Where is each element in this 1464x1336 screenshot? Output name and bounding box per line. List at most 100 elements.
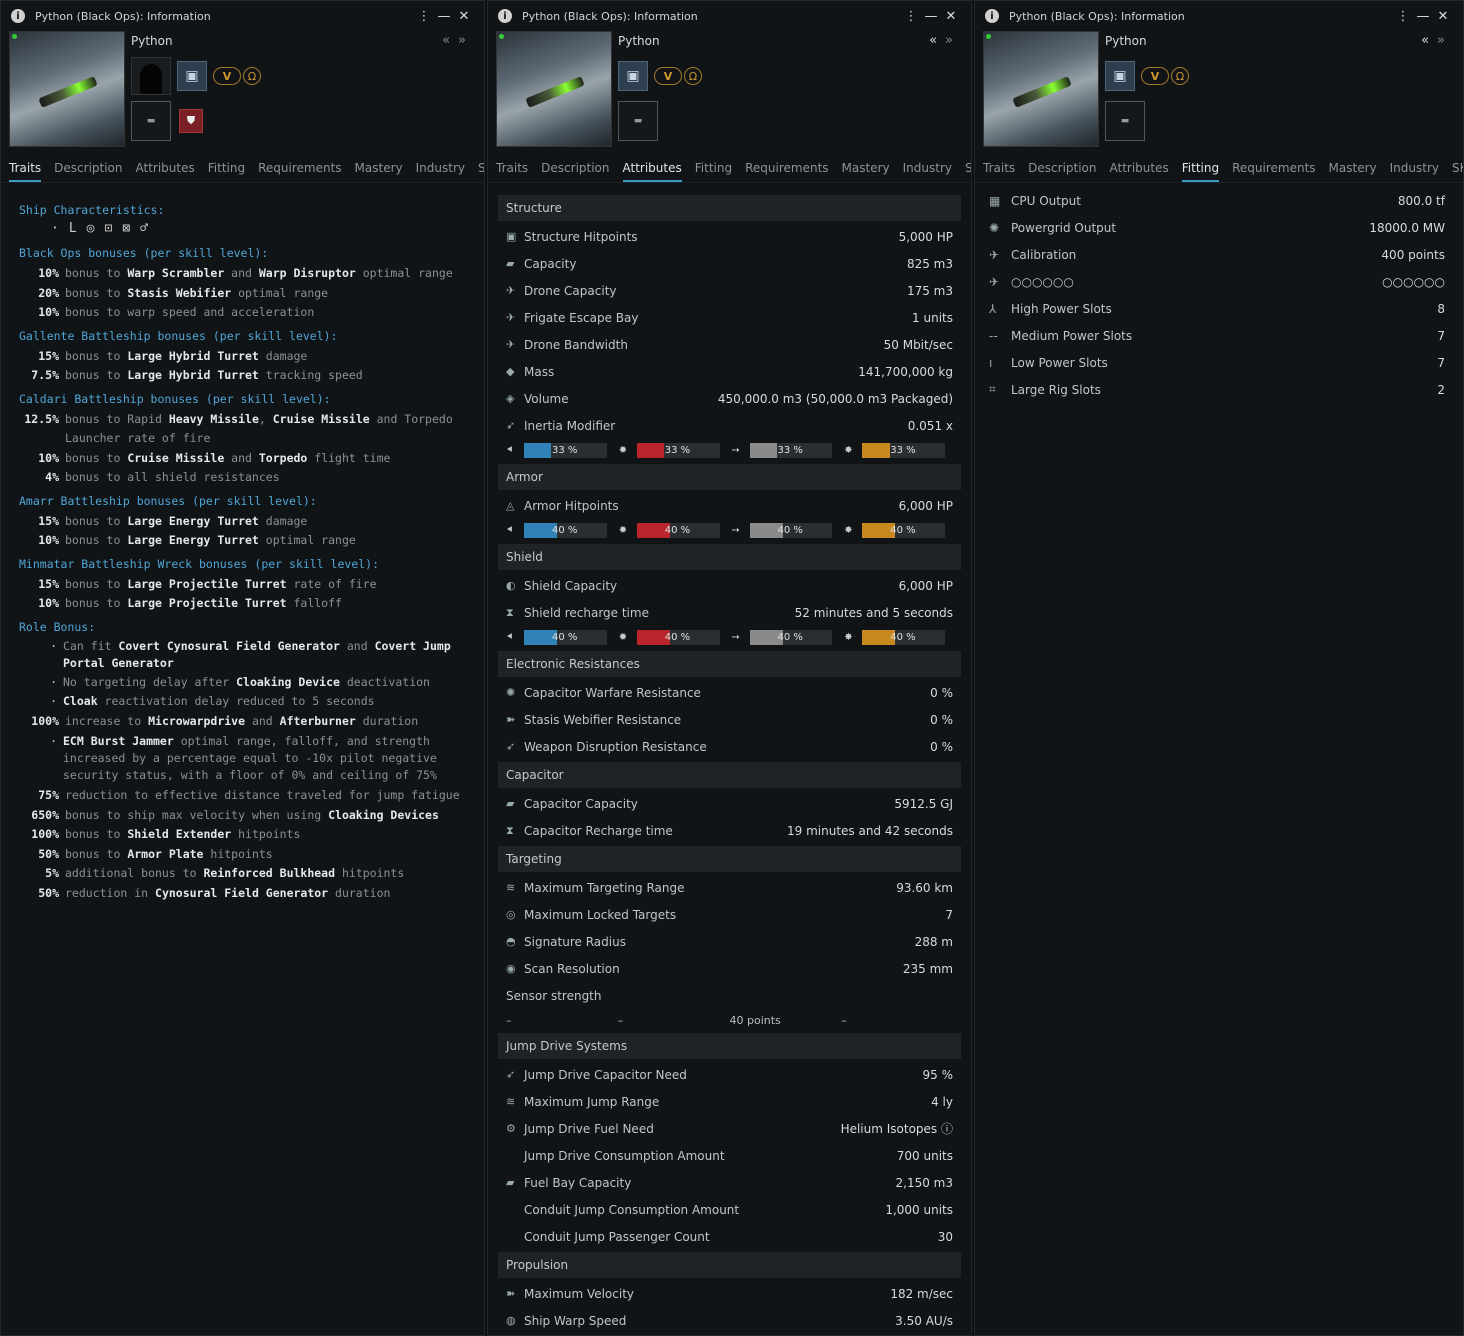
history-nav[interactable]: «» [442, 33, 474, 48]
attribute-row[interactable]: ➶ Weapon Disruption Resistance 0 % [498, 733, 961, 760]
tab-fitting[interactable]: Fitting [208, 153, 245, 182]
trait-row: 100% increase to Microwarpdrive and After… [19, 712, 466, 732]
section-title: Amarr Battleship bonuses (per skill leve… [19, 493, 317, 508]
minimize-icon[interactable]: — [1413, 9, 1433, 24]
attribute-row[interactable]: ◆ Mass 141,700,000 kg [498, 358, 961, 385]
menu-icon[interactable]: ⋮ [1393, 9, 1413, 24]
minimize-icon[interactable]: — [434, 9, 454, 24]
fitting-row[interactable]: -- Medium Power Slots 7 [989, 322, 1445, 349]
tab-skins[interactable]: SKINs [1452, 153, 1463, 182]
ship-slot-icon[interactable]: ▬ [131, 101, 171, 141]
attribute-row[interactable]: ✈ Frigate Escape Bay 1 units [498, 304, 961, 331]
tab-attributes[interactable]: Attributes [622, 153, 683, 182]
attribute-row[interactable]: ◈ Volume 450,000.0 m3 (50,000.0 m3 Package… [498, 385, 961, 412]
attribute-row[interactable]: ▣ Structure Hitpoints 5,000 HP [498, 223, 961, 250]
title-bar[interactable]: i Python (Black Ops): Information ⋮ — ✕ [975, 1, 1463, 31]
tab-traits[interactable]: Traits [983, 153, 1015, 182]
attribute-row[interactable]: Conduit Jump Passenger Count 30 [498, 1223, 961, 1250]
fitting-row[interactable]: ⅄ High Power Slots 8 [989, 295, 1445, 322]
skill-book-icon[interactable]: ▣ [177, 61, 207, 91]
tab-requirements[interactable]: Requirements [1232, 153, 1315, 182]
mastery-badge[interactable]: VΩ [654, 66, 702, 86]
tab-attributes[interactable]: Attributes [136, 153, 195, 182]
category-header[interactable]: Jump Drive Systems [498, 1033, 961, 1059]
tab-fitting[interactable]: Fitting [695, 153, 732, 182]
tab-description[interactable]: Description [541, 153, 609, 182]
fitting-row[interactable]: ✺ Powergrid Output 18000.0 MW [989, 214, 1445, 241]
tab-industry[interactable]: Industry [903, 153, 952, 182]
attribute-row[interactable]: Conduit Jump Consumption Amount 1,000 uni… [498, 1196, 961, 1223]
fitting-row[interactable]: ✈ ○○○○○○ ○○○○○○ [989, 268, 1445, 295]
attribute-row[interactable]: ⧗ Shield recharge time 52 minutes and 5 se… [498, 599, 961, 626]
category-header[interactable]: Targeting [498, 846, 961, 872]
close-icon[interactable]: ✕ [454, 9, 474, 24]
category-header[interactable]: Armor [498, 464, 961, 490]
attribute-row[interactable]: ✺ Capacitor Warfare Resistance 0 % [498, 679, 961, 706]
attribute-row[interactable]: ➽ Stasis Webifier Resistance 0 % [498, 706, 961, 733]
tab-requirements[interactable]: Requirements [745, 153, 828, 182]
attribute-label: Weapon Disruption Resistance [524, 739, 707, 754]
tab-industry[interactable]: Industry [1390, 153, 1439, 182]
ship-slot-icon[interactable]: ▬ [618, 101, 658, 141]
attribute-row[interactable]: ✈ Drone Capacity 175 m3 [498, 277, 961, 304]
attribute-row[interactable]: ✈ Drone Bandwidth 50 Mbit/sec [498, 331, 961, 358]
attribute-row[interactable]: ▰ Capacity 825 m3 [498, 250, 961, 277]
attribute-row[interactable]: ◬ Armor Hitpoints 6,000 HP [498, 492, 961, 519]
ship-slot-icon[interactable]: ▬ [1105, 101, 1145, 141]
category-header[interactable]: Electronic Resistances [498, 651, 961, 677]
attribute-row[interactable]: ◍ Ship Warp Speed 3.50 AU/s [498, 1307, 961, 1334]
pilot-portrait[interactable] [131, 57, 171, 95]
close-icon[interactable]: ✕ [1433, 9, 1453, 24]
attribute-row[interactable]: Jump Drive Consumption Amount 700 units [498, 1142, 961, 1169]
minimize-icon[interactable]: — [921, 9, 941, 24]
tab-industry[interactable]: Industry [416, 153, 465, 182]
fitting-row[interactable]: ı Low Power Slots 7 [989, 349, 1445, 376]
tab-skins[interactable]: SKINs [965, 153, 971, 182]
fitting-row[interactable]: ⌗ Large Rig Slots 2 [989, 376, 1445, 403]
attribute-row[interactable]: ◎ Maximum Locked Targets 7 [498, 901, 961, 928]
tab-mastery[interactable]: Mastery [355, 153, 403, 182]
attribute-row[interactable]: ◓ Signature Radius 288 m [498, 928, 961, 955]
title-bar[interactable]: i Python (Black Ops): Information ⋮ — ✕ [1, 1, 484, 31]
attribute-row[interactable]: ➶ Inertia Modifier 0.051 x [498, 412, 961, 439]
attribute-row[interactable]: ➶ Jump Drive Capacitor Need 95 % [498, 1061, 961, 1088]
fitting-row[interactable]: ✈ Calibration 400 points [989, 241, 1445, 268]
tab-traits[interactable]: Traits [496, 153, 528, 182]
attribute-row[interactable]: ⚙ Jump Drive Fuel Need Helium Isotopes ⓘ [498, 1115, 961, 1142]
history-nav[interactable]: «» [929, 33, 961, 48]
attribute-row[interactable]: ➽ Maximum Velocity 182 m/sec [498, 1280, 961, 1307]
skill-book-icon[interactable]: ▣ [1105, 61, 1135, 91]
attribute-row[interactable]: ▰ Fuel Bay Capacity 2,150 m3 [498, 1169, 961, 1196]
attribute-row[interactable]: ◉ Scan Resolution 235 mm [498, 955, 961, 982]
attribute-row[interactable]: ▰ Capacitor Capacity 5912.5 GJ [498, 790, 961, 817]
shield-badge-icon[interactable]: ⛊ [179, 109, 203, 133]
tab-description[interactable]: Description [54, 153, 122, 182]
tab-traits[interactable]: Traits [9, 153, 42, 182]
category-header[interactable]: Propulsion [498, 1252, 961, 1278]
category-header[interactable]: Structure [498, 195, 961, 221]
menu-icon[interactable]: ⋮ [901, 9, 921, 24]
category-header[interactable]: Shield [498, 544, 961, 570]
tab-mastery[interactable]: Mastery [1329, 153, 1377, 182]
attribute-row[interactable]: ≋ Maximum Jump Range 4 ly [498, 1088, 961, 1115]
attribute-row[interactable]: ⧗ Capacitor Recharge time 19 minutes and 4… [498, 817, 961, 844]
tab-skins[interactable]: SKINs [478, 153, 484, 182]
tab-description[interactable]: Description [1028, 153, 1096, 182]
tab-mastery[interactable]: Mastery [842, 153, 890, 182]
history-nav[interactable]: «» [1421, 33, 1453, 48]
trait-text: Cloak reactivation delay reduced to 5 se… [63, 693, 375, 710]
close-icon[interactable]: ✕ [941, 9, 961, 24]
tab-attributes[interactable]: Attributes [1110, 153, 1169, 182]
title-bar[interactable]: i Python (Black Ops): Information ⋮ — ✕ [488, 1, 971, 31]
fitting-row[interactable]: ▦ CPU Output 800.0 tf [989, 187, 1445, 214]
attribute-row[interactable]: ≋ Maximum Targeting Range 93.60 km [498, 874, 961, 901]
category-header[interactable]: Capacitor [498, 762, 961, 788]
menu-icon[interactable]: ⋮ [414, 9, 434, 24]
tab-requirements[interactable]: Requirements [258, 153, 341, 182]
attribute-label: Conduit Jump Consumption Amount [524, 1202, 740, 1217]
mastery-badge[interactable]: VΩ [1141, 66, 1189, 86]
skill-book-icon[interactable]: ▣ [618, 61, 648, 91]
tab-fitting[interactable]: Fitting [1181, 153, 1220, 182]
mastery-badge[interactable]: VΩ [213, 66, 261, 86]
attribute-row[interactable]: ◐ Shield Capacity 6,000 HP [498, 572, 961, 599]
